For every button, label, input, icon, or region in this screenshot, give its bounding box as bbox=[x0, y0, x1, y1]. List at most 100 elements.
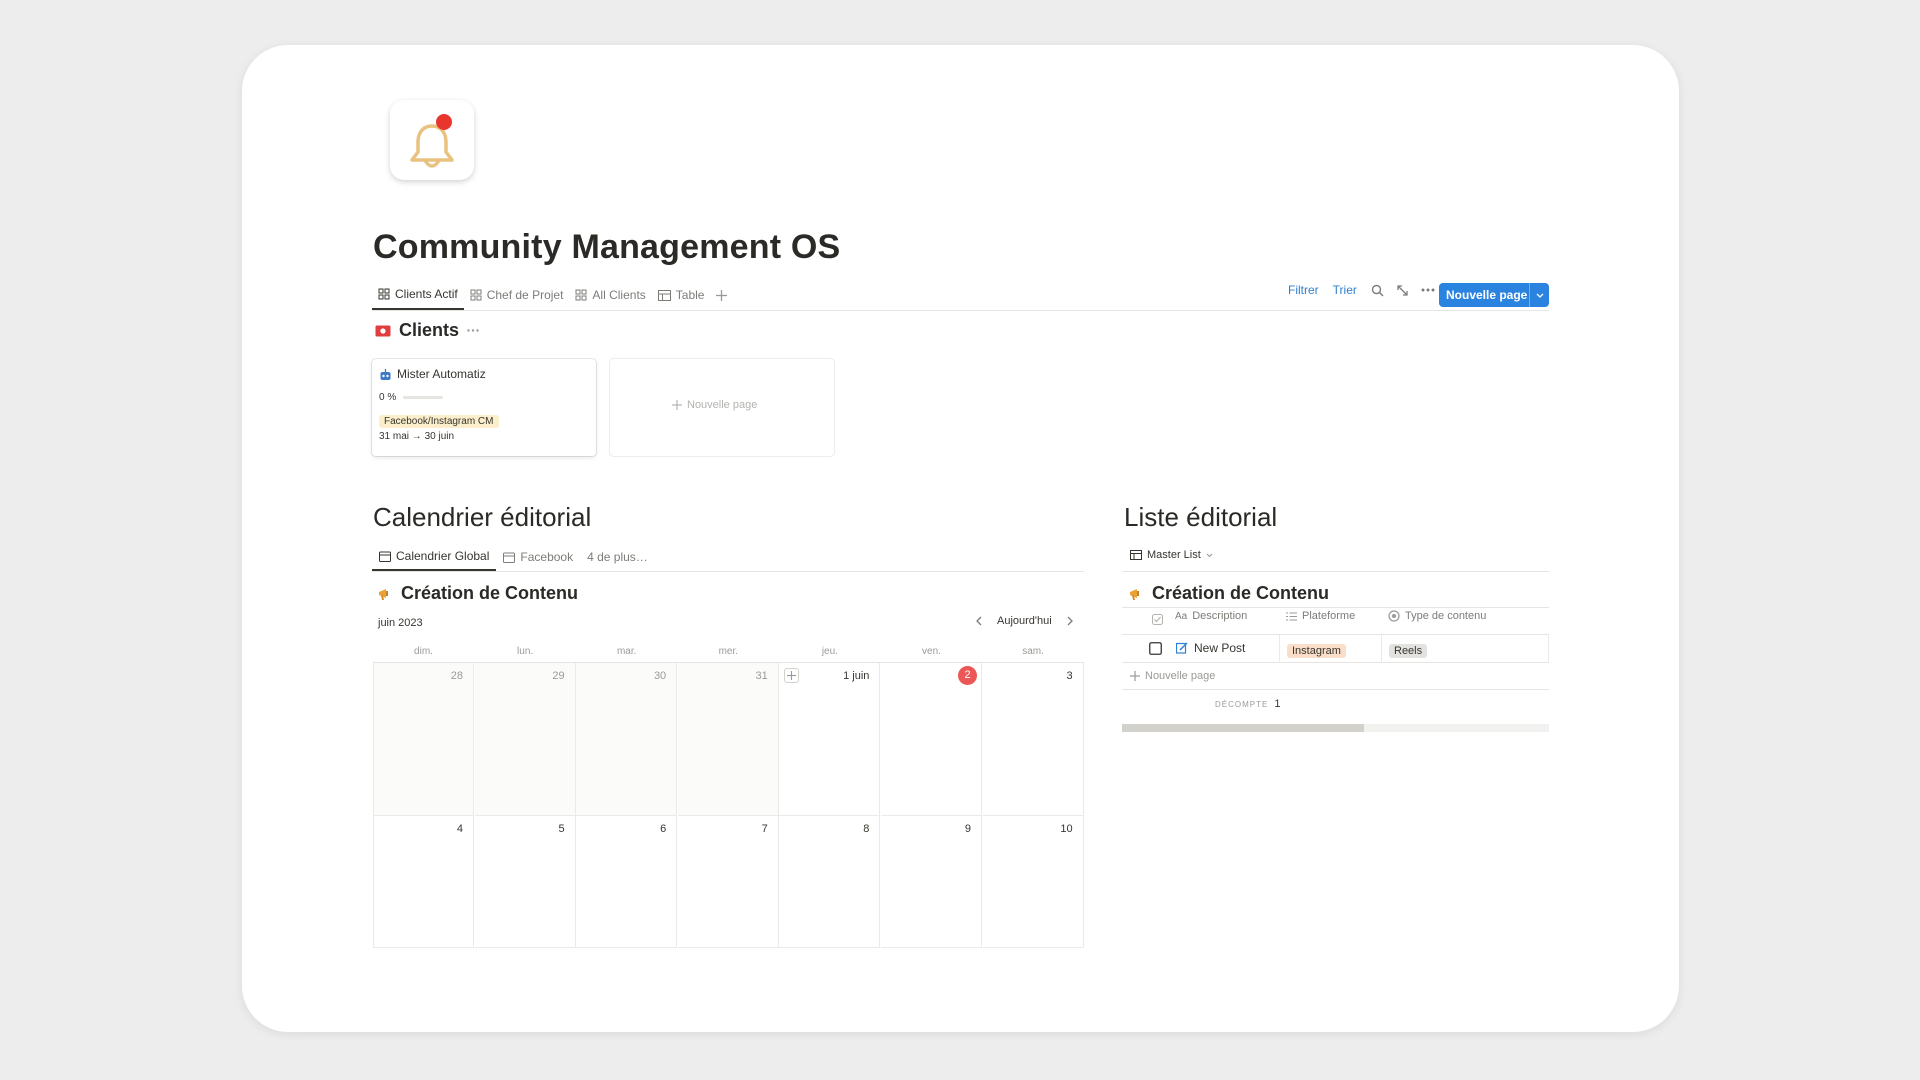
today-marker: 2 bbox=[958, 666, 977, 685]
list-icon bbox=[1286, 612, 1297, 620]
count-value: 1 bbox=[1274, 698, 1281, 710]
calendar-day-cell[interactable]: 6 bbox=[576, 816, 678, 948]
col-description[interactable]: Aa Description bbox=[1175, 610, 1247, 622]
new-page-placeholder: Nouvelle page bbox=[672, 399, 757, 411]
list-view-switcher[interactable]: Master List bbox=[1130, 549, 1213, 561]
tab-all-clients[interactable]: All Clients bbox=[569, 280, 651, 310]
type-cell[interactable]: Reels bbox=[1389, 641, 1428, 659]
new-page-label: Nouvelle page bbox=[1446, 288, 1528, 302]
chevron-left-icon[interactable] bbox=[975, 616, 983, 626]
count-footer[interactable]: DÉCOMPTE 1 bbox=[1215, 698, 1280, 710]
filter-button[interactable]: Filtrer bbox=[1288, 283, 1319, 297]
weekday-label: jeu. bbox=[821, 646, 838, 657]
row-title-cell[interactable]: New Post bbox=[1176, 641, 1245, 655]
day-number: 10 bbox=[1060, 823, 1073, 835]
chevron-down-icon[interactable] bbox=[1530, 293, 1549, 298]
calendar-day-cell[interactable]: 28 bbox=[373, 663, 474, 816]
day-number: 30 bbox=[653, 670, 667, 682]
tab-label: Facebook bbox=[520, 550, 574, 564]
tab-calendrier-global[interactable]: Calendrier Global bbox=[372, 543, 497, 571]
weekday-label: mer. bbox=[718, 646, 739, 657]
tab-label: Clients Actif bbox=[395, 287, 458, 301]
date-range: 31 mai → 30 juin bbox=[379, 431, 455, 442]
list-heading: Liste éditorial bbox=[1124, 502, 1278, 532]
platform-tag: Facebook/Instagram CM bbox=[379, 415, 499, 428]
calendar-day-cell[interactable]: 9 bbox=[881, 816, 982, 948]
more-icon[interactable] bbox=[467, 329, 479, 332]
more-icon[interactable] bbox=[1421, 288, 1435, 292]
day-number: 7 bbox=[761, 823, 768, 835]
table-row[interactable]: New Post Instagram Reels bbox=[1122, 635, 1549, 662]
horizontal-scrollbar[interactable] bbox=[1122, 724, 1549, 732]
calendar-day-cell[interactable]: 3 bbox=[982, 663, 1084, 816]
search-icon[interactable] bbox=[1371, 284, 1384, 297]
new-page-label: Nouvelle page bbox=[687, 399, 758, 411]
row-title: New Post bbox=[1194, 641, 1246, 655]
platform-cell[interactable]: Instagram bbox=[1287, 641, 1346, 659]
header-top-border bbox=[1122, 607, 1549, 608]
today-button[interactable]: Aujourd'hui bbox=[997, 615, 1052, 627]
tab-label: All Clients bbox=[592, 288, 646, 302]
tab-clients-actif[interactable]: Clients Actif bbox=[372, 280, 464, 310]
day-number: 3 bbox=[1066, 670, 1073, 682]
calendar-nav: Aujourd'hui bbox=[975, 615, 1074, 627]
tab-label: Table bbox=[675, 288, 705, 302]
table-icon bbox=[1130, 550, 1142, 560]
db-title: Création de Contenu bbox=[401, 583, 579, 603]
new-page-divider bbox=[1122, 689, 1549, 690]
weekday-label: ven. bbox=[922, 646, 941, 657]
tabs-divider bbox=[372, 310, 1549, 311]
db-toolbar: Filtrer Trier bbox=[1288, 283, 1435, 297]
title-icon: Aa bbox=[1175, 610, 1188, 622]
gallery-icon bbox=[378, 288, 390, 300]
col-type-de-contenu[interactable]: Type de contenu bbox=[1388, 610, 1486, 622]
plus-icon bbox=[1130, 671, 1140, 681]
tab-label: Calendrier Global bbox=[396, 549, 490, 563]
add-view-button[interactable] bbox=[710, 280, 733, 310]
calendar-day-cell[interactable]: 2 bbox=[881, 663, 982, 816]
scrollbar-thumb[interactable] bbox=[1122, 724, 1364, 732]
new-page-button[interactable]: Nouvelle page bbox=[1439, 283, 1549, 307]
megaphone-icon bbox=[1130, 588, 1139, 600]
day-number: 28 bbox=[450, 670, 463, 682]
plus-icon bbox=[716, 289, 728, 301]
clients-section-title: Clients bbox=[375, 320, 479, 341]
calendar-day-cell[interactable]: 4 bbox=[373, 816, 474, 948]
client-card[interactable]: Mister Automatiz 0 % Facebook/Instagram … bbox=[372, 359, 596, 456]
tab-table[interactable]: Table bbox=[652, 280, 711, 310]
day-number: 5 bbox=[558, 823, 565, 835]
tab-chef-de-projet[interactable]: Chef de Projet bbox=[464, 280, 570, 310]
calendar-day-cell[interactable]: 5 bbox=[474, 816, 576, 948]
cell-divider bbox=[1279, 635, 1280, 662]
add-event-icon[interactable] bbox=[784, 668, 800, 683]
view-tabs: Clients Actif Chef de Projet All Clients… bbox=[372, 280, 733, 310]
more-views-button[interactable]: 4 de plus… bbox=[580, 542, 655, 572]
col-plateforme[interactable]: Plateforme bbox=[1286, 610, 1355, 622]
row-checkbox[interactable] bbox=[1149, 642, 1162, 660]
calendar-day-cell[interactable]: 31 bbox=[677, 663, 779, 816]
calendar-day-cell[interactable]: 30 bbox=[576, 663, 678, 816]
select-all-checkbox[interactable] bbox=[1152, 612, 1163, 630]
list-new-page-button[interactable]: Nouvelle page bbox=[1130, 670, 1215, 682]
day-number: 8 bbox=[863, 823, 870, 835]
chevron-right-icon[interactable] bbox=[1066, 616, 1074, 626]
calendar-day-cell[interactable]: 8 bbox=[779, 816, 881, 948]
calendar-day-cell[interactable]: 10 bbox=[982, 816, 1084, 948]
table-icon bbox=[657, 289, 671, 301]
calendar-day-cell[interactable]: 29 bbox=[474, 663, 576, 816]
calendar-db-title: Création de Contenu bbox=[377, 583, 578, 604]
tab-facebook[interactable]: Facebook bbox=[496, 542, 580, 572]
day-number: 1 juin bbox=[843, 670, 870, 682]
calendar-day-cell[interactable]: 7 bbox=[677, 816, 779, 948]
calendar-heading: Calendrier éditorial bbox=[373, 502, 592, 532]
page-icon[interactable] bbox=[390, 100, 474, 180]
cell-divider bbox=[1381, 635, 1382, 662]
new-client-card[interactable]: Nouvelle page bbox=[610, 359, 834, 456]
chevron-down-icon bbox=[1206, 553, 1213, 557]
calendar-day-cell[interactable]: 1 juin bbox=[779, 663, 881, 816]
weekday-label: lun. bbox=[517, 646, 534, 657]
count-label: DÉCOMPTE bbox=[1215, 699, 1269, 709]
expand-icon[interactable] bbox=[1396, 284, 1409, 297]
tab-label: Chef de Projet bbox=[486, 288, 564, 302]
sort-button[interactable]: Trier bbox=[1333, 283, 1357, 297]
